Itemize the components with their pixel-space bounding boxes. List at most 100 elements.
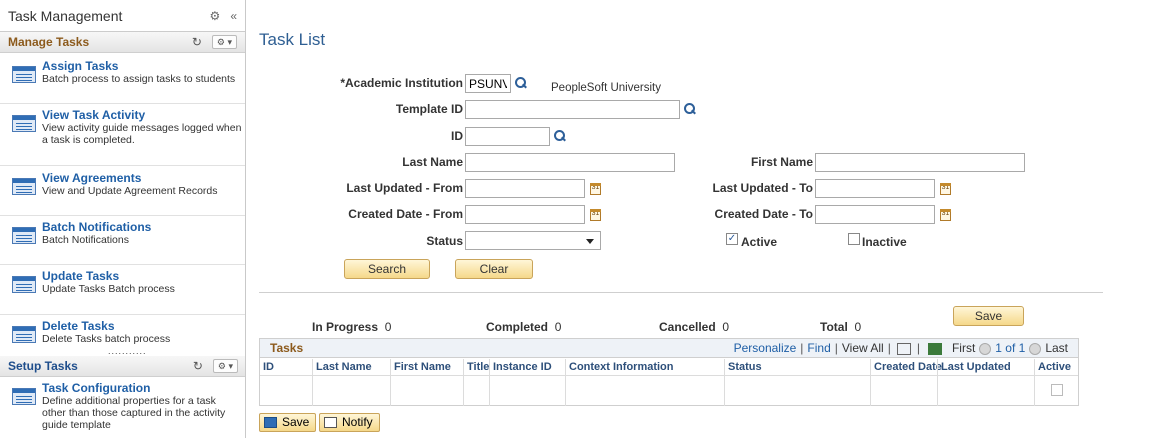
page-icon	[12, 227, 36, 244]
active-checkbox[interactable]: ✓	[726, 233, 738, 245]
view-all-link[interactable]: View All	[842, 341, 884, 355]
separator: |	[800, 341, 804, 355]
tasks-grid: Tasks Personalize | Find | View All | | …	[259, 338, 1079, 406]
calendar-icon[interactable]: 31	[590, 183, 601, 195]
column-divider	[390, 359, 391, 406]
sidebar-header: Task Management ⚙ «	[0, 0, 245, 32]
cancelled-label: Cancelled	[659, 320, 716, 334]
last-updated-from-field[interactable]	[465, 179, 585, 198]
id-label: ID	[451, 129, 463, 143]
first-name-field[interactable]	[815, 153, 1025, 172]
save-icon	[264, 417, 277, 428]
column-divider	[724, 359, 725, 406]
calendar-icon[interactable]: 31	[940, 183, 951, 195]
save-button-label: Save	[282, 415, 310, 429]
sidebar-item-desc: Batch Notifications	[42, 234, 129, 246]
column-divider	[463, 359, 464, 406]
clear-button[interactable]: Clear	[455, 259, 533, 279]
separator: |	[916, 341, 920, 355]
sidebar-item-update-tasks[interactable]: Update Tasks Update Tasks Batch process	[0, 265, 245, 315]
save-button[interactable]: Save	[259, 413, 317, 432]
page-icon	[12, 178, 36, 195]
academic-institution-field[interactable]	[465, 74, 511, 93]
page-icon	[12, 115, 36, 132]
section-options-button[interactable]: ⚙ ▾	[211, 35, 237, 49]
sidebar-item-title[interactable]: Task Configuration	[42, 382, 242, 395]
notify-button-label: Notify	[342, 415, 373, 429]
notify-icon	[324, 417, 337, 428]
notify-button[interactable]: Notify	[319, 413, 380, 432]
column-divider	[565, 359, 566, 406]
sidebar-item-title[interactable]: View Task Activity	[42, 109, 242, 122]
section-options-button[interactable]: ⚙ ▾	[212, 359, 238, 373]
template-id-field[interactable]	[465, 100, 680, 119]
total-label: Total	[820, 320, 848, 334]
refresh-icon[interactable]: ↻	[193, 359, 203, 373]
id-field[interactable]	[465, 127, 550, 146]
separator: |	[887, 341, 891, 355]
sidebar-item-desc: Batch process to assign tasks to student…	[42, 73, 236, 85]
collapse-icon[interactable]: «	[230, 9, 237, 23]
last-name-field[interactable]	[465, 153, 675, 172]
refresh-icon[interactable]: ↻	[192, 35, 202, 49]
in-progress-count: In Progress 0	[312, 320, 391, 334]
last-label: Last	[1045, 341, 1068, 355]
gear-icon[interactable]: ⚙	[210, 9, 221, 23]
sidebar-item-view-task-activity[interactable]: View Task Activity View activity guide m…	[0, 104, 245, 166]
active-checkbox-label: Active	[741, 235, 778, 249]
calendar-icon[interactable]: 31	[590, 209, 601, 221]
zoom-icon[interactable]	[896, 343, 911, 355]
in-progress-value: 0	[384, 320, 392, 334]
sidebar-item-title[interactable]: Delete Tasks	[42, 320, 242, 333]
sidebar-item-view-agreements[interactable]: View Agreements View and Update Agreemen…	[0, 166, 245, 216]
first-label: First	[951, 341, 976, 355]
completed-label: Completed	[486, 320, 549, 334]
search-button[interactable]: Search	[344, 259, 430, 279]
sidebar-title: Task Management	[8, 7, 123, 24]
cancelled-value: 0	[722, 320, 730, 334]
completed-value: 0	[554, 320, 562, 334]
sidebar-item-desc: View activity guide messages logged when…	[42, 122, 242, 146]
lookup-icon[interactable]	[515, 77, 527, 89]
lookup-icon[interactable]	[684, 103, 696, 115]
sidebar-item-assign-tasks[interactable]: Assign Tasks Batch process to assign tas…	[0, 55, 245, 104]
last-updated-from-label: Last Updated - From	[346, 181, 463, 195]
row-active-checkbox[interactable]	[1051, 384, 1063, 396]
download-icon[interactable]	[927, 343, 942, 355]
grid-header: Tasks Personalize | Find | View All | | …	[260, 339, 1078, 358]
calendar-icon[interactable]: 31	[940, 209, 951, 221]
find-link[interactable]: Find	[807, 341, 830, 355]
section-title-manage-tasks: Manage Tasks	[8, 35, 90, 49]
column-divider	[489, 359, 490, 406]
template-id-label: Template ID	[395, 102, 463, 116]
created-date-to-field[interactable]	[815, 205, 935, 224]
first-name-label: First Name	[750, 155, 813, 169]
last-updated-to-field[interactable]	[815, 179, 935, 198]
column-divider	[937, 359, 938, 406]
sidebar-item-batch-notifications[interactable]: Batch Notifications Batch Notifications	[0, 216, 245, 265]
grid-title: Tasks	[270, 341, 304, 355]
sidebar-item-desc: Delete Tasks batch process	[42, 333, 171, 345]
academic-institution-description: PeopleSoft University	[551, 82, 661, 94]
status-select[interactable]	[465, 231, 601, 250]
total-count: Total 0	[820, 320, 861, 334]
sidebar-item-title[interactable]: Assign Tasks	[42, 60, 242, 73]
column-divider	[1034, 359, 1035, 406]
previous-icon[interactable]	[979, 343, 992, 355]
personalize-link[interactable]: Personalize	[734, 341, 797, 355]
more-indicator[interactable]: ...........	[108, 346, 147, 356]
sidebar-item-title[interactable]: Batch Notifications	[42, 221, 242, 234]
created-date-from-field[interactable]	[465, 205, 585, 224]
column-divider	[870, 359, 871, 406]
sidebar-item-title[interactable]: View Agreements	[42, 172, 242, 185]
inactive-checkbox-label: Inactive	[862, 235, 907, 249]
sidebar-item-task-configuration[interactable]: Task Configuration Define additional pro…	[0, 377, 245, 438]
next-icon[interactable]	[1029, 343, 1042, 355]
total-value: 0	[854, 320, 862, 334]
inactive-checkbox[interactable]	[848, 233, 860, 245]
sidebar-item-title[interactable]: Update Tasks	[42, 270, 242, 283]
save-button-top[interactable]: Save	[953, 306, 1024, 326]
status-label: Status	[426, 234, 463, 248]
created-date-to-label: Created Date - To	[714, 207, 813, 221]
lookup-icon[interactable]	[554, 130, 566, 142]
